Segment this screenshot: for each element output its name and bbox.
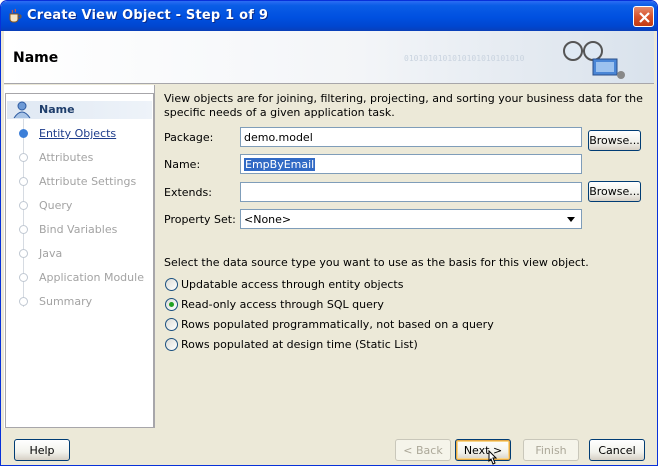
extends-browse-button[interactable]: Browse...	[588, 181, 641, 202]
step-label: Attributes	[39, 151, 94, 164]
radio-circle[interactable]	[165, 278, 178, 291]
step-name[interactable]: Name	[7, 101, 152, 119]
wizard-steps-panel: Name Entity Objects Attributes Attribute…	[5, 93, 154, 428]
property-set-select[interactable]: <None>	[240, 209, 582, 229]
step-attributes: Attributes	[12, 149, 153, 167]
dropdown-arrow-icon	[567, 217, 575, 222]
help-button[interactable]: Help	[14, 439, 70, 461]
step-bind-variables: Bind Variables	[12, 221, 153, 239]
radio-programmatic[interactable]: Rows populated programmatically, not bas…	[165, 317, 565, 332]
step-dot	[19, 225, 28, 234]
step-dot	[19, 153, 28, 162]
close-button[interactable]	[633, 6, 654, 27]
page-title: Name	[13, 50, 59, 66]
package-input[interactable]: demo.model	[240, 127, 582, 147]
step-label: Entity Objects	[39, 127, 117, 140]
page-header: Name 0101010101010101010101010	[4, 31, 654, 84]
step-label: Bind Variables	[39, 223, 118, 236]
radio-label: Rows populated at design time (Static Li…	[181, 338, 418, 351]
step-label: Application Module	[39, 271, 144, 284]
step-query: Query	[12, 197, 153, 215]
step-label: Summary	[39, 295, 93, 308]
step-label: Query	[39, 199, 73, 212]
step-entity-objects[interactable]: Entity Objects	[12, 125, 153, 143]
step-label: Java	[39, 247, 63, 260]
radio-circle[interactable]	[165, 318, 178, 331]
close-icon	[639, 12, 650, 23]
back-button[interactable]: < Back	[395, 439, 451, 461]
name-input[interactable]: EmpByEmail	[240, 154, 582, 174]
coffee-cup-icon	[9, 8, 22, 23]
radio-updatable-entity[interactable]: Updatable access through entity objects	[165, 277, 565, 292]
step-dot	[19, 201, 28, 210]
header-binary-decoration: 0101010101010101010101010	[404, 54, 525, 63]
finish-button[interactable]: Finish	[523, 439, 579, 461]
window-title: Create View Object - Step 1 of 9	[27, 8, 269, 23]
step-dot	[19, 177, 28, 186]
step-java: Java	[12, 245, 153, 263]
package-label: Package:	[164, 131, 214, 144]
step-dot	[19, 273, 28, 282]
step-label: Name	[39, 103, 75, 116]
step-application-module: Application Module	[12, 269, 153, 287]
mouse-cursor-icon	[488, 450, 498, 465]
radio-circle-selected[interactable]	[165, 298, 178, 311]
extends-input[interactable]	[240, 182, 582, 202]
wizard-glasses-icon	[563, 41, 625, 79]
radio-circle[interactable]	[165, 338, 178, 351]
step-label: Attribute Settings	[39, 175, 137, 188]
title-bar[interactable]: Create View Object - Step 1 of 9	[1, 1, 657, 31]
step-dot	[19, 249, 28, 258]
extends-label: Extends:	[164, 186, 212, 199]
page-description: View objects are for joining, filtering,…	[164, 92, 643, 119]
name-input-selection: EmpByEmail	[244, 158, 316, 171]
step-attribute-settings: Attribute Settings	[12, 173, 153, 191]
step-dot	[19, 129, 28, 138]
data-source-prompt: Select the data source type you want to …	[164, 256, 589, 269]
name-label: Name:	[164, 158, 201, 171]
dialog-window: Create View Object - Step 1 of 9 Name 01…	[0, 0, 658, 466]
radio-readonly-sql[interactable]: Read-only access through SQL query	[165, 297, 565, 312]
radio-label: Updatable access through entity objects	[181, 278, 404, 291]
property-set-label: Property Set:	[164, 213, 236, 226]
radio-static-list[interactable]: Rows populated at design time (Static Li…	[165, 337, 565, 352]
package-browse-button[interactable]: Browse...	[588, 130, 641, 151]
step-summary: Summary	[12, 293, 153, 311]
next-button[interactable]: Next >	[455, 439, 511, 461]
step-dot	[19, 297, 28, 306]
radio-label: Rows populated programmatically, not bas…	[181, 318, 494, 331]
radio-label: Read-only access through SQL query	[181, 298, 384, 311]
cancel-button[interactable]: Cancel	[589, 439, 645, 461]
property-set-value: <None>	[244, 213, 292, 226]
current-step-icon	[13, 101, 31, 119]
